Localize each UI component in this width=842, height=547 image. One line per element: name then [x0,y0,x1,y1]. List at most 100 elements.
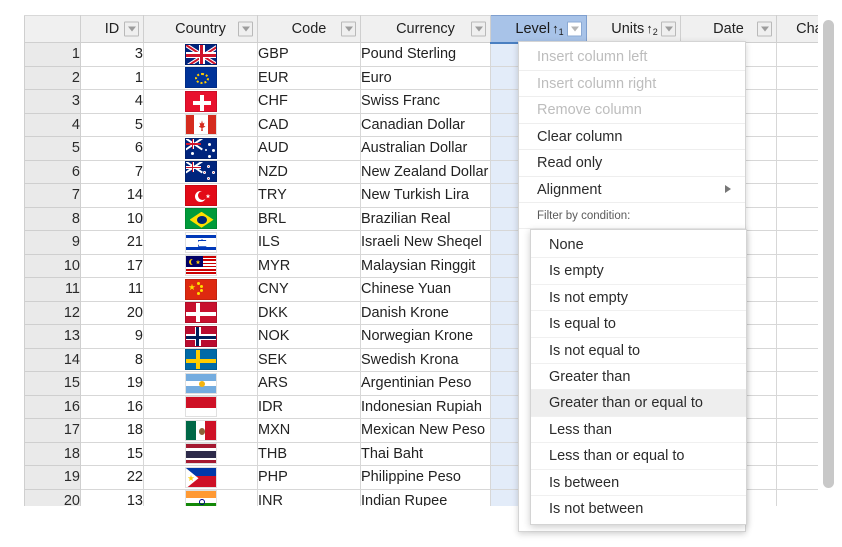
cell-change[interactable]: 0.25% [776,300,818,325]
cell-currency[interactable]: New Turkish Lira [360,183,491,208]
cell-currency[interactable]: Brazilian Real [360,206,491,231]
cell-currency[interactable]: Malaysian Ringgit [360,253,491,278]
filter-condition-option[interactable]: Greater than [531,364,746,391]
cell-code[interactable]: PHP [257,465,361,490]
cell-country[interactable] [143,183,258,208]
cell-code[interactable]: CNY [257,277,361,302]
cell-currency[interactable]: Philippine Peso [360,465,491,490]
cell-change[interactable]: 0.26% [776,488,818,506]
context-menu-item[interactable]: Alignment [519,177,745,203]
cell-id[interactable]: 21 [80,230,144,255]
cell-currency[interactable]: Mexican New Peso [360,418,491,443]
cell-currency[interactable]: Israeli New Sheqel [360,230,491,255]
cell-currency[interactable]: Euro [360,65,491,90]
cell-id[interactable]: 15 [80,441,144,466]
cell-id[interactable]: 14 [80,183,144,208]
context-menu-item[interactable]: Clear column [519,124,745,150]
cell-id[interactable]: 8 [80,347,144,372]
column-header-units[interactable]: Units ↑2 [586,15,681,43]
cell-code[interactable]: SEK [257,347,361,372]
filter-condition-option[interactable]: Is empty [531,258,746,285]
cell-country[interactable] [143,371,258,396]
cell-id[interactable]: 3 [80,42,144,67]
column-header-change[interactable]: Change [776,15,818,43]
column-header-id[interactable]: ID [80,15,144,43]
cell-country[interactable] [143,42,258,67]
cell-change[interactable]: 0.84% [776,230,818,255]
cell-currency[interactable]: Thai Baht [360,441,491,466]
filter-dropdown-button-country[interactable] [238,21,253,37]
filter-condition-option[interactable]: None [531,232,746,259]
cell-country[interactable] [143,230,258,255]
cell-country[interactable] [143,65,258,90]
cell-code[interactable]: EUR [257,65,361,90]
cell-id[interactable]: 13 [80,488,144,506]
cell-change[interactable]: 0.26% [776,65,818,90]
cell-id[interactable]: 22 [80,465,144,490]
filter-dropdown-button-id[interactable] [124,21,139,37]
cell-change[interactable]: -0.36% [776,159,818,184]
cell-code[interactable]: CHF [257,89,361,114]
cell-id[interactable]: 7 [80,159,144,184]
cell-id[interactable]: 1 [80,65,144,90]
filter-dropdown-button-level[interactable] [567,21,582,37]
cell-currency[interactable]: Indian Rupee [360,488,491,506]
filter-condition-option[interactable]: Less than [531,417,746,444]
cell-country[interactable] [143,253,258,278]
cell-code[interactable]: BRL [257,206,361,231]
cell-country[interactable] [143,300,258,325]
filter-condition-submenu[interactable]: None Is empty Is not empty Is equal to Is no… [530,229,747,526]
cell-change[interactable]: 0.16% [776,347,818,372]
cell-country[interactable] [143,347,258,372]
cell-change[interactable]: 0.44% [776,441,818,466]
cell-code[interactable]: DKK [257,300,361,325]
cell-change[interactable]: 0.12% [776,465,818,490]
cell-country[interactable] [143,159,258,184]
filter-condition-option[interactable]: Less than or equal to [531,443,746,470]
column-header-level[interactable]: Level ↑1 [490,15,587,43]
cell-code[interactable]: INR [257,488,361,506]
cell-currency[interactable]: Pound Sterling [360,42,491,67]
filter-condition-option[interactable]: Is not between [531,496,746,522]
cell-code[interactable]: AUD [257,136,361,161]
cell-country[interactable] [143,277,258,302]
cell-code[interactable]: THB [257,441,361,466]
cell-change[interactable]: 0.04% [776,277,818,302]
vertical-scrollbar[interactable] [823,18,834,504]
cell-country[interactable] [143,89,258,114]
cell-id[interactable]: 10 [80,206,144,231]
cell-id[interactable]: 20 [80,300,144,325]
cell-id[interactable]: 17 [80,253,144,278]
cell-code[interactable]: NZD [257,159,361,184]
cell-currency[interactable]: Swiss Franc [360,89,491,114]
cell-currency[interactable]: Norwegian Krone [360,324,491,349]
column-header-date[interactable]: Date [680,15,777,43]
cell-id[interactable]: 16 [80,394,144,419]
cell-currency[interactable]: Indonesian Rupiah [360,394,491,419]
cell-id[interactable]: 18 [80,418,144,443]
cell-country[interactable] [143,418,258,443]
cell-id[interactable]: 5 [80,112,144,137]
cell-currency[interactable]: Argentinian Peso [360,371,491,396]
cell-change[interactable]: 0.00% [776,42,818,67]
filter-dropdown-button-date[interactable] [757,21,772,37]
cell-country[interactable] [143,324,258,349]
filter-dropdown-button-currency[interactable] [471,21,486,37]
cell-code[interactable]: MXN [257,418,361,443]
cell-code[interactable]: ILS [257,230,361,255]
cell-change[interactable]: 0.08% [776,324,818,349]
cell-country[interactable] [143,206,258,231]
cell-country[interactable] [143,112,258,137]
cell-country[interactable] [143,394,258,419]
filter-condition-option[interactable]: Is not equal to [531,338,746,364]
filter-condition-option[interactable]: Is not empty [531,285,746,312]
cell-country[interactable] [143,465,258,490]
filter-dropdown-button-units[interactable] [661,21,676,37]
cell-id[interactable]: 19 [80,371,144,396]
column-header-currency[interactable]: Currency [360,15,491,43]
cell-currency[interactable]: Danish Krone [360,300,491,325]
cell-currency[interactable]: New Zealand Dollar [360,159,491,184]
cell-code[interactable]: ARS [257,371,361,396]
cell-change[interactable]: 0.10% [776,253,818,278]
cell-code[interactable]: TRY [257,183,361,208]
